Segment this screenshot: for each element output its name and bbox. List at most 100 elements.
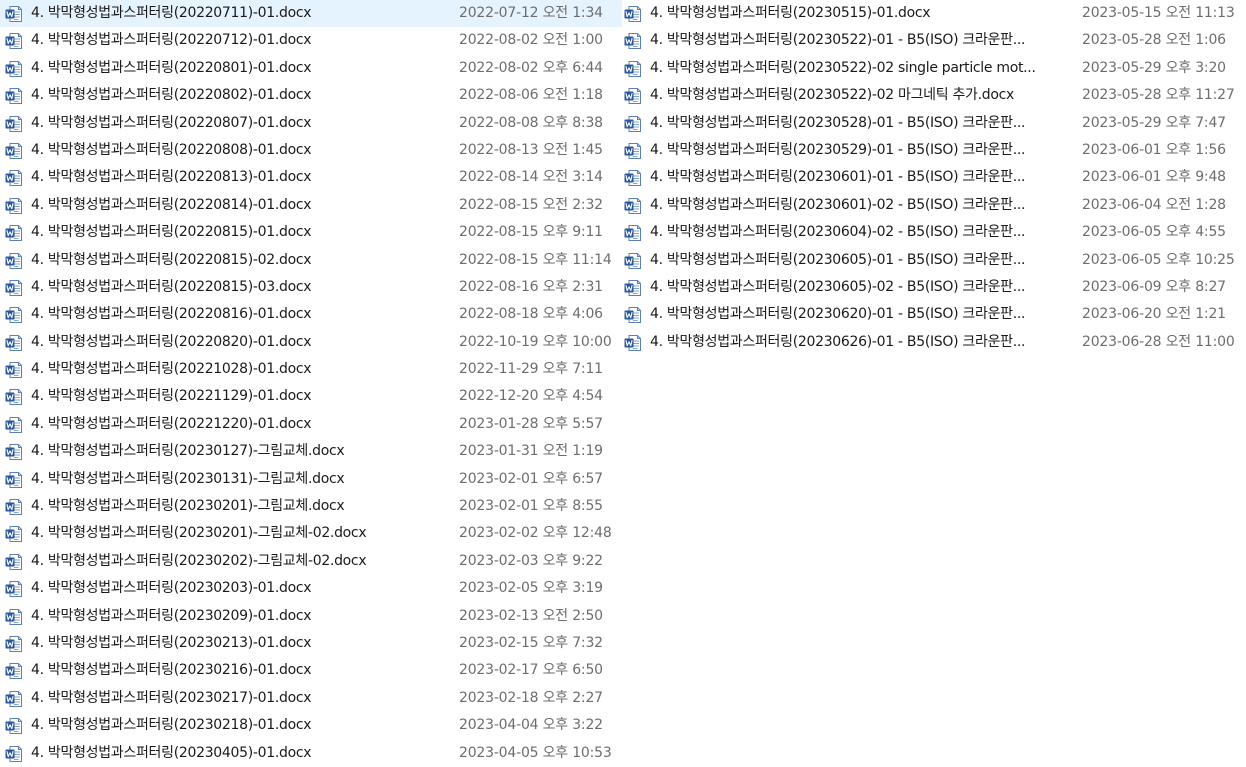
- file-name: 4. 박막형성법과스퍼터링(20230202)-그림교체-02.docx: [31, 552, 367, 569]
- file-name: 4. 박막형성법과스퍼터링(20230218)-01.docx: [31, 717, 312, 734]
- file-name: 4. 박막형성법과스퍼터링(20230601)-01 - B5(ISO) 크라운…: [650, 169, 1026, 186]
- file-row[interactable]: 4. 박막형성법과스퍼터링(20230626)-01 - B5(ISO) 크라운…: [622, 329, 1246, 356]
- word-document-icon: [624, 225, 641, 242]
- word-document-icon: [5, 60, 22, 77]
- file-modified-date: 2022-08-02 오후 6:44: [459, 59, 603, 76]
- file-row[interactable]: 4. 박막형성법과스퍼터링(20230201)-그림교체-02.docx 202…: [0, 520, 622, 547]
- file-name: 4. 박막형성법과스퍼터링(20230405)-01.docx: [31, 744, 312, 761]
- file-modified-date: 2023-02-17 오후 6:50: [459, 662, 603, 679]
- file-row[interactable]: 4. 박막형성법과스퍼터링(20220711)-01.docx 2022-07-…: [0, 0, 622, 28]
- file-row[interactable]: 4. 박막형성법과스퍼터링(20220815)-01.docx 2022-08-…: [0, 219, 622, 246]
- file-row[interactable]: 4. 박막형성법과스퍼터링(20220815)-02.docx 2022-08-…: [0, 247, 622, 274]
- file-modified-date: 2023-02-01 오후 6:57: [459, 470, 603, 487]
- file-modified-date: 2022-08-15 오후 11:14: [459, 251, 612, 268]
- file-row[interactable]: 4. 박막형성법과스퍼터링(20220813)-01.docx 2022-08-…: [0, 164, 622, 191]
- file-name: 4. 박막형성법과스퍼터링(20230217)-01.docx: [31, 689, 312, 706]
- file-row[interactable]: 4. 박막형성법과스퍼터링(20220712)-01.docx 2022-08-…: [0, 27, 622, 54]
- file-row[interactable]: 4. 박막형성법과스퍼터링(20230202)-그림교체-02.docx 202…: [0, 548, 622, 575]
- file-row[interactable]: 4. 박막형성법과스퍼터링(20230213)-01.docx 2023-02-…: [0, 630, 622, 657]
- word-document-icon: [5, 663, 22, 680]
- file-modified-date: 2023-06-20 오전 1:21: [1082, 306, 1226, 323]
- file-row[interactable]: 4. 박막형성법과스퍼터링(20230529)-01 - B5(ISO) 크라운…: [622, 137, 1246, 164]
- file-modified-date: 2023-06-28 오전 11:00: [1082, 333, 1235, 350]
- file-name: 4. 박막형성법과스퍼터링(20220820)-01.docx: [31, 333, 312, 350]
- file-name: 4. 박막형성법과스퍼터링(20230131)-그림교체.docx: [31, 470, 345, 487]
- file-row[interactable]: 4. 박막형성법과스퍼터링(20230620)-01 - B5(ISO) 크라운…: [622, 301, 1246, 328]
- file-name: 4. 박막형성법과스퍼터링(20230522)-02 single partic…: [650, 59, 1036, 76]
- file-row[interactable]: 4. 박막형성법과스퍼터링(20230127)-그림교체.docx 2023-0…: [0, 438, 622, 465]
- word-document-icon: [5, 471, 22, 488]
- file-row[interactable]: 4. 박막형성법과스퍼터링(20230405)-01.docx 2023-04-…: [0, 740, 622, 767]
- file-name: 4. 박막형성법과스퍼터링(20220802)-01.docx: [31, 87, 312, 104]
- file-row[interactable]: 4. 박막형성법과스퍼터링(20220820)-01.docx 2022-10-…: [0, 329, 622, 356]
- file-modified-date: 2023-02-13 오전 2:50: [459, 607, 603, 624]
- file-name: 4. 박막형성법과스퍼터링(20230522)-01 - B5(ISO) 크라운…: [650, 32, 1026, 49]
- file-modified-date: 2023-06-05 오후 4:55: [1082, 224, 1226, 241]
- file-row[interactable]: 4. 박막형성법과스퍼터링(20220816)-01.docx 2022-08-…: [0, 301, 622, 328]
- file-row[interactable]: 4. 박막형성법과스퍼터링(20220808)-01.docx 2022-08-…: [0, 137, 622, 164]
- file-row[interactable]: 4. 박막형성법과스퍼터링(20221028)-01.docx 2022-11-…: [0, 356, 622, 383]
- file-modified-date: 2022-08-08 오후 8:38: [459, 114, 603, 131]
- file-row[interactable]: 4. 박막형성법과스퍼터링(20220815)-03.docx 2022-08-…: [0, 274, 622, 301]
- word-document-icon: [624, 33, 641, 50]
- file-modified-date: 2023-02-18 오후 2:27: [459, 689, 603, 706]
- file-row[interactable]: 4. 박막형성법과스퍼터링(20230216)-01.docx 2023-02-…: [0, 657, 622, 684]
- file-modified-date: 2023-04-05 오후 10:53: [459, 744, 612, 761]
- file-modified-date: 2023-05-15 오전 11:13: [1082, 5, 1235, 21]
- file-name: 4. 박막형성법과스퍼터링(20230209)-01.docx: [31, 607, 312, 624]
- file-row[interactable]: 4. 박막형성법과스퍼터링(20230601)-01 - B5(ISO) 크라운…: [622, 164, 1246, 191]
- file-row[interactable]: 4. 박막형성법과스퍼터링(20230605)-01 - B5(ISO) 크라운…: [622, 247, 1246, 274]
- file-name: 4. 박막형성법과스퍼터링(20230213)-01.docx: [31, 634, 312, 651]
- file-name: 4. 박막형성법과스퍼터링(20230127)-그림교체.docx: [31, 443, 345, 460]
- file-row[interactable]: 4. 박막형성법과스퍼터링(20220802)-01.docx 2022-08-…: [0, 82, 622, 109]
- file-row[interactable]: 4. 박막형성법과스퍼터링(20230218)-01.docx 2023-04-…: [0, 712, 622, 739]
- word-document-icon: [5, 526, 22, 543]
- file-row[interactable]: 4. 박막형성법과스퍼터링(20220801)-01.docx 2022-08-…: [0, 55, 622, 82]
- file-modified-date: 2023-06-01 오후 9:48: [1082, 169, 1226, 186]
- file-row[interactable]: 4. 박막형성법과스퍼터링(20230203)-01.docx 2023-02-…: [0, 575, 622, 602]
- file-modified-date: 2022-10-19 오후 10:00: [459, 333, 612, 350]
- file-name: 4. 박막형성법과스퍼터링(20230601)-02 - B5(ISO) 크라운…: [650, 196, 1026, 213]
- file-row[interactable]: 4. 박막형성법과스퍼터링(20220807)-01.docx 2022-08-…: [0, 110, 622, 137]
- file-row[interactable]: 4. 박막형성법과스퍼터링(20221129)-01.docx 2022-12-…: [0, 383, 622, 410]
- word-document-icon: [624, 60, 641, 77]
- file-modified-date: 2023-06-04 오전 1:28: [1082, 196, 1226, 213]
- file-name: 4. 박막형성법과스퍼터링(20221129)-01.docx: [31, 388, 312, 405]
- file-row[interactable]: 4. 박막형성법과스퍼터링(20230522)-02 single partic…: [622, 55, 1246, 82]
- word-document-icon: [5, 33, 22, 50]
- file-name: 4. 박막형성법과스퍼터링(20230620)-01 - B5(ISO) 크라운…: [650, 306, 1026, 323]
- file-modified-date: 2023-01-28 오후 5:57: [459, 415, 603, 432]
- file-row[interactable]: 4. 박막형성법과스퍼터링(20220814)-01.docx 2022-08-…: [0, 192, 622, 219]
- word-document-icon: [5, 252, 22, 269]
- file-row[interactable]: 4. 박막형성법과스퍼터링(20230528)-01 - B5(ISO) 크라운…: [622, 110, 1246, 137]
- file-row[interactable]: 4. 박막형성법과스퍼터링(20230522)-01 - B5(ISO) 크라운…: [622, 27, 1246, 54]
- file-list-view: 4. 박막형성법과스퍼터링(20220711)-01.docx 2022-07-…: [0, 0, 1246, 765]
- file-row[interactable]: 4. 박막형성법과스퍼터링(20230515)-01.docx 2023-05-…: [622, 0, 1246, 27]
- file-name: 4. 박막형성법과스퍼터링(20220815)-01.docx: [31, 224, 312, 241]
- file-name: 4. 박막형성법과스퍼터링(20220815)-03.docx: [31, 278, 312, 295]
- file-modified-date: 2022-08-16 오후 2:31: [459, 278, 603, 295]
- word-document-icon: [5, 499, 22, 516]
- file-name: 4. 박막형성법과스퍼터링(20230604)-02 - B5(ISO) 크라운…: [650, 224, 1026, 241]
- file-column-left: 4. 박막형성법과스퍼터링(20220711)-01.docx 2022-07-…: [0, 0, 622, 767]
- word-document-icon: [624, 170, 641, 187]
- file-name: 4. 박막형성법과스퍼터링(20220813)-01.docx: [31, 169, 312, 186]
- file-row[interactable]: 4. 박막형성법과스퍼터링(20230601)-02 - B5(ISO) 크라운…: [622, 192, 1246, 219]
- word-document-icon: [624, 6, 641, 22]
- word-document-icon: [5, 279, 22, 296]
- file-row[interactable]: 4. 박막형성법과스퍼터링(20230604)-02 - B5(ISO) 크라운…: [622, 219, 1246, 246]
- file-modified-date: 2022-08-18 오후 4:06: [459, 306, 603, 323]
- file-name: 4. 박막형성법과스퍼터링(20230201)-그림교체.docx: [31, 498, 345, 515]
- file-row[interactable]: 4. 박막형성법과스퍼터링(20230209)-01.docx 2023-02-…: [0, 603, 622, 630]
- file-name: 4. 박막형성법과스퍼터링(20230626)-01 - B5(ISO) 크라운…: [650, 333, 1026, 350]
- word-document-icon: [5, 142, 22, 159]
- file-row[interactable]: 4. 박막형성법과스퍼터링(20230522)-02 마그네틱 추가.docx …: [622, 82, 1246, 109]
- file-row[interactable]: 4. 박막형성법과스퍼터링(20221220)-01.docx 2023-01-…: [0, 411, 622, 438]
- word-document-icon: [5, 334, 22, 351]
- file-name: 4. 박막형성법과스퍼터링(20220815)-02.docx: [31, 251, 312, 268]
- file-row[interactable]: 4. 박막형성법과스퍼터링(20230131)-그림교체.docx 2023-0…: [0, 466, 622, 493]
- file-row[interactable]: 4. 박막형성법과스퍼터링(20230605)-02 - B5(ISO) 크라운…: [622, 274, 1246, 301]
- file-row[interactable]: 4. 박막형성법과스퍼터링(20230217)-01.docx 2023-02-…: [0, 685, 622, 712]
- file-row[interactable]: 4. 박막형성법과스퍼터링(20230201)-그림교체.docx 2023-0…: [0, 493, 622, 520]
- word-document-icon: [5, 745, 22, 762]
